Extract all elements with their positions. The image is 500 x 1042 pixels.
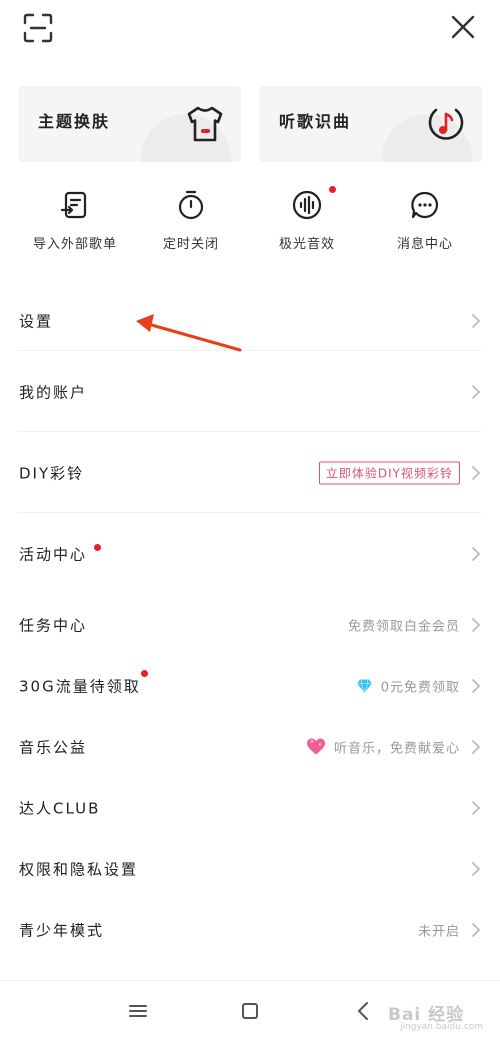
menu-item-label: 活动中心 — [19, 545, 88, 563]
watermark-subtext: jingyan.baidu.com — [400, 1022, 484, 1032]
quick-action-label: 极光音效 — [278, 237, 335, 252]
home-icon[interactable] — [238, 999, 262, 1023]
menu-item-settings[interactable]: 设置 — [0, 290, 500, 351]
sound-effect-icon — [292, 190, 322, 220]
menu-item-label: DIY彩铃 — [19, 464, 85, 482]
music-recognize-icon — [428, 108, 464, 140]
chevron-right-icon — [472, 313, 480, 328]
charity-hint: 听音乐，免费献爱心 — [306, 737, 460, 756]
settings-menu: 设置 我的账户 DIY彩铃 立即体验DIY视频彩铃 活动中心 任务中心 免费领取… — [0, 290, 500, 960]
task-center-hint: 免费领取白金会员 — [347, 619, 460, 634]
feature-cards: 主题换肤 听歌识曲 — [18, 86, 482, 162]
menu-item-teen-mode[interactable]: 青少年模式 未开启 — [0, 899, 500, 960]
menu-item-label: 青少年模式 — [19, 921, 105, 939]
menu-item-label: 达人CLUB — [19, 799, 101, 817]
menu-item-diy-ringtone[interactable]: DIY彩铃 立即体验DIY视频彩铃 — [0, 432, 500, 513]
chevron-right-icon — [472, 800, 480, 815]
import-playlist-icon — [60, 191, 87, 219]
sound-effect-button[interactable]: 极光音效 — [247, 185, 367, 265]
quick-action-label: 消息中心 — [396, 237, 453, 252]
watermark: Bai 经验 jingyan.baidu.com — [382, 996, 492, 1038]
song-recognition-card[interactable]: 听歌识曲 — [259, 86, 482, 162]
traffic-hint: 0元免费领取 — [356, 676, 460, 695]
menu-item-activity-center[interactable]: 活动中心 — [0, 513, 500, 594]
notification-dot — [329, 186, 336, 193]
heart-icon — [306, 738, 325, 755]
back-icon[interactable] — [352, 999, 376, 1023]
song-recognition-label: 听歌识曲 — [279, 112, 352, 131]
scan-icon[interactable] — [22, 12, 54, 44]
menu-item-label: 设置 — [19, 312, 54, 330]
menu-item-talent-club[interactable]: 达人CLUB — [0, 777, 500, 838]
diamond-icon — [356, 678, 372, 694]
diy-ringtone-promo: 立即体验DIY视频彩铃 — [318, 461, 460, 484]
message-icon — [411, 191, 439, 219]
timer-icon — [178, 190, 204, 220]
sleep-timer-button[interactable]: 定时关闭 — [131, 185, 251, 265]
teen-mode-status: 未开启 — [417, 924, 460, 939]
notification-dot — [141, 670, 148, 677]
chevron-right-icon — [472, 546, 480, 561]
menu-icon[interactable] — [126, 999, 150, 1023]
menu-item-label: 音乐公益 — [19, 738, 88, 756]
menu-item-music-charity[interactable]: 音乐公益 听音乐，免费献爱心 — [0, 716, 500, 777]
menu-item-label: 权限和隐私设置 — [19, 860, 139, 878]
charity-hint-text: 听音乐，免费献爱心 — [333, 741, 460, 756]
close-icon[interactable] — [446, 10, 480, 44]
top-bar — [0, 0, 500, 60]
menu-item-task-center[interactable]: 任务中心 免费领取白金会员 — [0, 594, 500, 655]
chevron-right-icon — [472, 384, 480, 399]
chevron-right-icon — [472, 678, 480, 693]
quick-action-label: 定时关闭 — [162, 237, 219, 252]
import-playlist-button[interactable]: 导入外部歌单 — [15, 185, 135, 265]
chevron-right-icon — [472, 465, 480, 480]
chevron-right-icon — [472, 922, 480, 937]
chevron-right-icon — [472, 739, 480, 754]
traffic-hint-text: 0元免费领取 — [380, 680, 460, 695]
menu-item-privacy-settings[interactable]: 权限和隐私设置 — [0, 838, 500, 899]
message-center-button[interactable]: 消息中心 — [365, 185, 485, 265]
quick-action-label: 导入外部歌单 — [32, 237, 117, 252]
menu-item-account[interactable]: 我的账户 — [0, 351, 500, 432]
notification-dot — [94, 544, 101, 551]
menu-item-traffic[interactable]: 30G流量待领取 0元免费领取 — [0, 655, 500, 716]
menu-item-label: 30G流量待领取 — [19, 677, 141, 695]
promo-badge[interactable]: 立即体验DIY视频彩铃 — [318, 461, 460, 484]
theme-skin-label: 主题换肤 — [38, 112, 111, 131]
theme-skin-card[interactable]: 主题换肤 — [18, 86, 241, 162]
menu-item-label: 我的账户 — [19, 383, 88, 401]
chevron-right-icon — [472, 617, 480, 632]
quick-actions: 导入外部歌单 定时关闭 极光音效 消息中心 — [0, 185, 500, 265]
chevron-right-icon — [472, 861, 480, 876]
tshirt-icon — [187, 106, 223, 142]
menu-item-label: 任务中心 — [19, 616, 88, 634]
